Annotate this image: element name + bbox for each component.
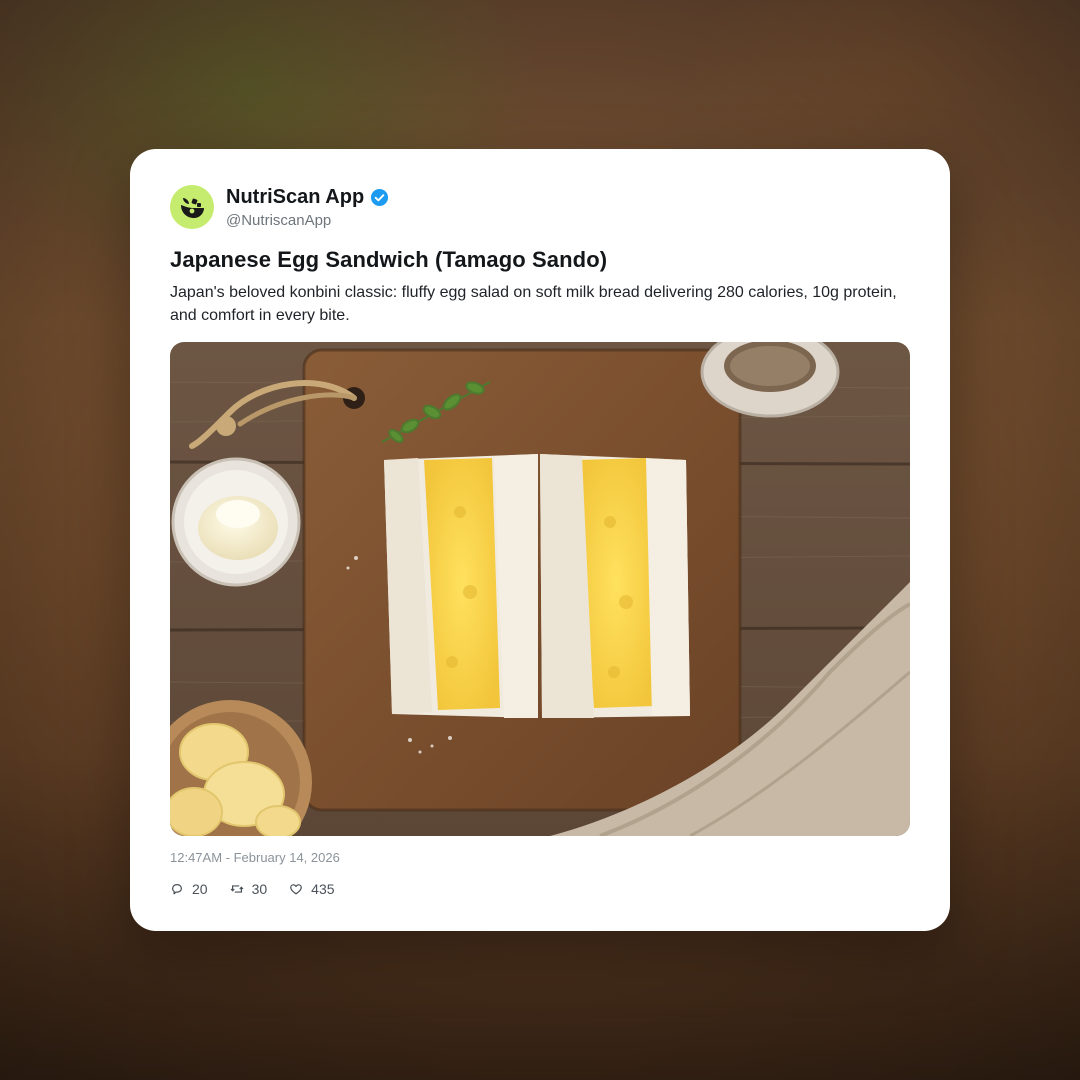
post-timestamp[interactable]: 12:47AM - February 14, 2026 <box>170 850 340 865</box>
post-header: NutriScan App @NutriscanApp <box>170 184 389 230</box>
post-description: Japan's beloved konbini classic: fluffy … <box>170 284 897 324</box>
post-title: Japanese Egg Sandwich (Tamago Sando) <box>170 247 608 272</box>
sandwich-left <box>384 454 538 718</box>
like-count: 435 <box>311 881 335 897</box>
pepper-dish <box>700 342 840 418</box>
like-stat[interactable]: 435 <box>289 881 335 897</box>
engagement-bar: 20 30 435 <box>170 881 357 897</box>
reply-icon <box>172 884 182 895</box>
reply-stat[interactable]: 20 <box>170 881 208 897</box>
repost-stat[interactable]: 30 <box>230 881 268 897</box>
repost-count: 30 <box>251 881 268 897</box>
post-image[interactable] <box>170 342 910 836</box>
mayo-dish <box>171 457 301 587</box>
reply-count: 20 <box>192 881 208 897</box>
repost-icon <box>230 885 243 893</box>
heart-icon <box>290 884 303 895</box>
sandwich-right <box>540 454 690 718</box>
nutriscan-logo-icon <box>181 198 204 218</box>
avatar[interactable] <box>170 185 214 229</box>
author-handle[interactable]: @NutriscanApp <box>226 212 389 229</box>
verified-badge-icon <box>371 188 389 206</box>
author-name[interactable]: NutriScan App <box>226 186 364 209</box>
post-card: NutriScan App @NutriscanApp Japanese Egg… <box>130 149 950 931</box>
